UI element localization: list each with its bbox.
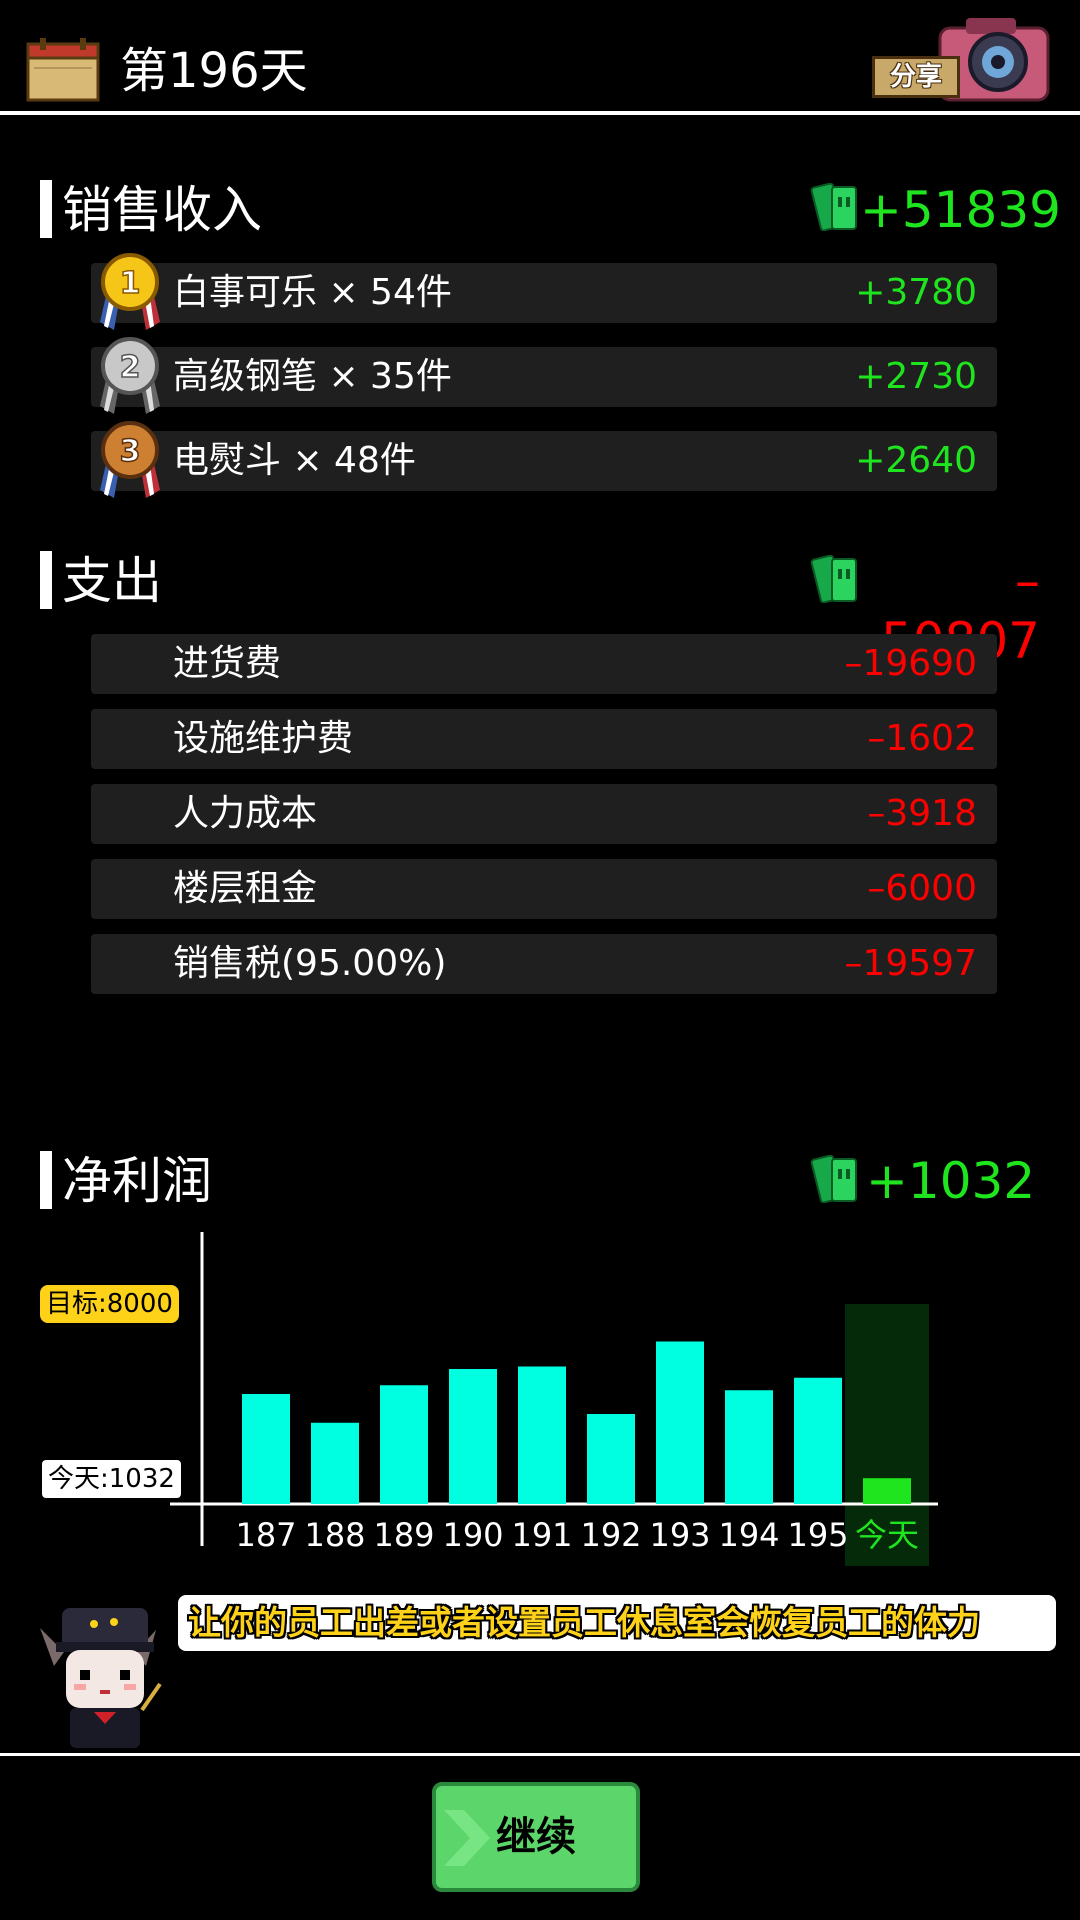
chart-bar-193 xyxy=(656,1341,704,1504)
expense-row-5: 销售税(95.00%) –19597 xyxy=(91,934,997,994)
day-label: 第196天 xyxy=(120,43,308,99)
expense-row-3: 人力成本 –3918 xyxy=(91,784,997,844)
cash-icon xyxy=(810,555,857,603)
chart-bar-195 xyxy=(794,1377,842,1504)
x-tick-label: 191 xyxy=(511,1516,572,1554)
share-button[interactable]: 分享 xyxy=(870,10,1052,102)
expense-row-2: 设施维护费 –1602 xyxy=(91,709,997,769)
chart-bar-187 xyxy=(242,1394,290,1504)
x-tick-label: 188 xyxy=(304,1516,365,1554)
income-row-label: 高级钢笔 × 35件 xyxy=(173,356,452,397)
profit-chart: 187 188 189 190 191 192 193 194 195 今天 xyxy=(170,1232,938,1566)
expense-row-label: 进货费 xyxy=(173,643,282,684)
target-badge: 目标:8000 xyxy=(38,1283,181,1325)
income-row-1: 白事可乐 × 54件 +3780 xyxy=(91,263,997,323)
expense-row-value: –19690 xyxy=(844,643,977,684)
svg-text:2: 2 xyxy=(120,350,141,385)
income-row-2: 高级钢笔 × 35件 +2730 xyxy=(91,347,997,407)
expense-row-label: 人力成本 xyxy=(173,793,318,834)
x-tick-label: 194 xyxy=(718,1516,779,1554)
cash-icon xyxy=(810,1155,857,1203)
x-tick-label: 192 xyxy=(580,1516,641,1554)
section-marker xyxy=(40,180,52,238)
income-row-value: +2640 xyxy=(855,440,977,481)
chart-bar-191 xyxy=(518,1366,566,1504)
section-marker xyxy=(40,1151,52,1209)
continue-label: 继续 xyxy=(496,1814,576,1860)
income-row-value: +3780 xyxy=(855,272,977,313)
chart-bar-194 xyxy=(725,1390,773,1504)
svg-text:1: 1 xyxy=(120,266,141,301)
income-title: 销售收入 xyxy=(62,181,262,239)
bronze-medal-icon: 3 xyxy=(100,421,160,498)
continue-button[interactable]: 继续 xyxy=(432,1782,640,1892)
expense-row-1: 进货费 –19690 xyxy=(91,634,997,694)
income-row-label: 白事可乐 × 54件 xyxy=(173,272,452,313)
expense-row-label: 销售税(95.00%) xyxy=(173,943,447,984)
chart-bar-189 xyxy=(380,1385,428,1504)
chart-bar-今天 xyxy=(863,1478,911,1504)
cash-icon xyxy=(810,183,857,231)
tip-banner: 让你的员工出差或者设置员工休息室会恢复员工的体力 xyxy=(178,1595,1056,1651)
income-row-value: +2730 xyxy=(855,356,977,397)
calendar-icon xyxy=(26,38,100,102)
header-divider xyxy=(0,111,1080,115)
profit-total: +1032 xyxy=(866,1152,1036,1210)
footer-divider xyxy=(0,1753,1080,1756)
chart-bar-192 xyxy=(587,1414,635,1504)
expense-title: 支出 xyxy=(62,552,162,610)
x-tick-label: 190 xyxy=(442,1516,503,1554)
expense-row-value: –1602 xyxy=(867,718,977,759)
expense-row-value: –6000 xyxy=(867,868,977,909)
today-badge: 今天:1032 xyxy=(40,1458,183,1500)
x-tick-label: 195 xyxy=(787,1516,848,1554)
tip-text: 让你的员工出差或者设置员工休息室会恢复员工的体力 xyxy=(188,1603,980,1642)
income-row-3: 电熨斗 × 48件 +2640 xyxy=(91,431,997,491)
expense-row-label: 设施维护费 xyxy=(173,718,354,759)
mascot-avatar xyxy=(40,1608,162,1748)
income-row-label: 电熨斗 × 48件 xyxy=(173,440,416,481)
svg-text:3: 3 xyxy=(120,434,141,469)
section-marker xyxy=(40,551,52,609)
x-tick-label: 今天 xyxy=(855,1516,919,1554)
income-total: +51839 xyxy=(860,181,1061,239)
chart-bar-188 xyxy=(311,1422,359,1504)
expense-row-label: 楼层租金 xyxy=(173,868,318,909)
expense-row-value: –19597 xyxy=(844,943,977,984)
gold-medal-icon: 1 xyxy=(100,253,160,330)
expense-row-value: –3918 xyxy=(867,793,977,834)
x-tick-label: 193 xyxy=(649,1516,710,1554)
chart-bar-190 xyxy=(449,1369,497,1504)
share-label: 分享 xyxy=(889,62,942,92)
x-tick-label: 187 xyxy=(235,1516,296,1554)
x-tick-label: 189 xyxy=(373,1516,434,1554)
top-bar: 第196天 分享 xyxy=(0,0,1080,112)
profit-title: 净利润 xyxy=(62,1152,212,1210)
expense-row-4: 楼层租金 –6000 xyxy=(91,859,997,919)
silver-medal-icon: 2 xyxy=(100,337,160,414)
